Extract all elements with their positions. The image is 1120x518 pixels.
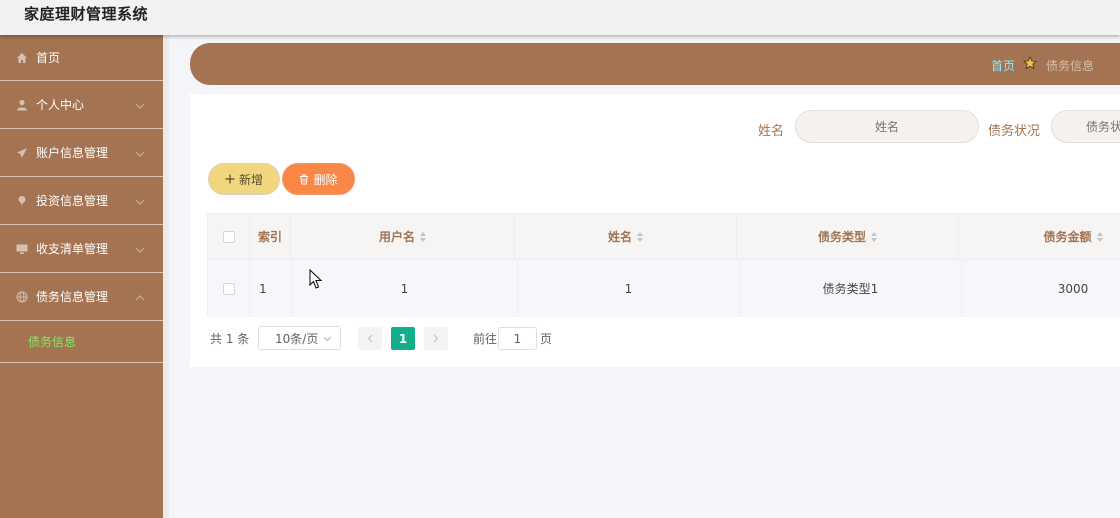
sidebar-item-income-expense[interactable]: 收支清单管理 (0, 225, 163, 273)
chevron-down-icon (135, 98, 145, 112)
chevron-right-icon (433, 334, 439, 343)
sidebar-item-label: 个人中心 (36, 98, 85, 112)
sidebar-item-account-management[interactable]: 账户信息管理 (0, 129, 163, 177)
column-header-name[interactable]: 姓名 (515, 214, 737, 259)
column-header-label: 债务类型 (817, 230, 866, 244)
cell-debt-type: 债务类型1 (740, 260, 962, 317)
row-select-cell (208, 260, 250, 317)
add-button[interactable]: 新增 (208, 163, 280, 195)
pagination-total: 共 1 条 (210, 331, 250, 346)
column-header-username[interactable]: 用户名 (291, 214, 515, 259)
sidebar-item-label: 首页 (36, 51, 61, 65)
goto-suffix: 页 (540, 331, 553, 346)
trash-icon (299, 174, 309, 185)
plus-icon (225, 174, 235, 184)
delete-button-label: 删除 (313, 172, 338, 187)
sidebar: 首页 个人中心 账户信息管理 投资信息管理 收支清单管理 债务信息管理 债务信息 (0, 35, 163, 518)
goto-page-input[interactable] (498, 327, 537, 350)
sort-icon[interactable] (1096, 231, 1103, 242)
column-header-label: 债务金额 (1043, 230, 1092, 244)
cell-index: 1 (250, 260, 292, 317)
send-icon (16, 147, 28, 159)
sidebar-subitem-debt-info[interactable]: 债务信息 (0, 321, 163, 363)
search-name-label: 姓名 (758, 124, 785, 139)
page-size-value: 10条/页 (275, 331, 319, 346)
search-status-label: 债务状况 (988, 124, 1041, 139)
sidebar-item-label: 账户信息管理 (36, 146, 109, 160)
column-header-amount[interactable]: 债务金额 (959, 214, 1120, 259)
select-all-cell (208, 214, 250, 259)
add-button-label: 新增 (238, 172, 263, 187)
sidebar-item-investment-management[interactable]: 投资信息管理 (0, 177, 163, 225)
prev-page-button[interactable] (358, 327, 382, 350)
home-icon (16, 52, 28, 64)
cell-amount: 3000 (1057, 281, 1089, 296)
monitor-icon (16, 243, 28, 255)
select-all-checkbox[interactable] (222, 230, 235, 243)
breadcrumb: 首页 债务信息 (190, 43, 1120, 85)
column-header-debt-type[interactable]: 债务类型 (737, 214, 959, 259)
app-title: 家庭理财管理系统 (24, 5, 149, 23)
sidebar-item-personal-center[interactable]: 个人中心 (0, 81, 163, 129)
row-checkbox[interactable] (222, 282, 235, 295)
chevron-down-icon (135, 146, 145, 160)
search-status-input[interactable] (1051, 110, 1120, 143)
chevron-down-icon (323, 331, 332, 345)
goto-label: 前往 (473, 331, 498, 346)
column-header-label: 用户名 (378, 230, 415, 244)
breadcrumb-current: 债务信息 (1046, 59, 1095, 73)
next-page-button[interactable] (424, 327, 448, 350)
chevron-down-icon (135, 194, 145, 208)
cell-username: 1 (292, 260, 518, 317)
user-icon (16, 99, 28, 111)
sidebar-subitem-label: 债务信息 (28, 335, 77, 349)
chevron-down-icon (135, 242, 145, 256)
globe-icon (16, 291, 28, 303)
sidebar-item-label: 投资信息管理 (36, 194, 109, 208)
sidebar-item-home[interactable]: 首页 (0, 35, 163, 81)
delete-button[interactable]: 删除 (282, 163, 355, 195)
page-size-select[interactable]: 10条/页 (258, 326, 341, 350)
cell-name: 1 (518, 260, 740, 317)
chevron-up-icon (135, 290, 145, 304)
table-row[interactable]: 1 1 1 债务类型1 3000 (208, 260, 1120, 317)
table-header: 索引 用户名 姓名 债务类型 债务金额 (208, 214, 1120, 260)
debt-table: 索引 用户名 姓名 债务类型 债务金额 1 1 1 债务类型1 3000 (207, 213, 1120, 317)
top-bar: 家庭理财管理系统 (0, 0, 1120, 35)
sidebar-item-label: 债务信息管理 (36, 290, 109, 304)
sidebar-item-debt-management[interactable]: 债务信息管理 (0, 273, 163, 321)
chevron-left-icon (367, 334, 373, 343)
page-number-button[interactable]: 1 (391, 327, 415, 350)
sidebar-gutter (163, 35, 169, 518)
column-header-label: 索引 (257, 230, 282, 244)
column-header-label: 姓名 (607, 230, 632, 244)
sort-icon[interactable] (871, 231, 877, 242)
column-header-index: 索引 (250, 214, 291, 259)
sort-icon[interactable] (420, 231, 426, 242)
search-name-input[interactable] (795, 110, 979, 143)
mouse-cursor-icon (309, 268, 323, 293)
sidebar-item-label: 收支清单管理 (36, 242, 109, 256)
sort-icon[interactable] (637, 231, 643, 242)
breadcrumb-home-link[interactable]: 首页 (991, 57, 1015, 74)
star-icon (1023, 56, 1037, 70)
pin-icon (16, 195, 28, 207)
